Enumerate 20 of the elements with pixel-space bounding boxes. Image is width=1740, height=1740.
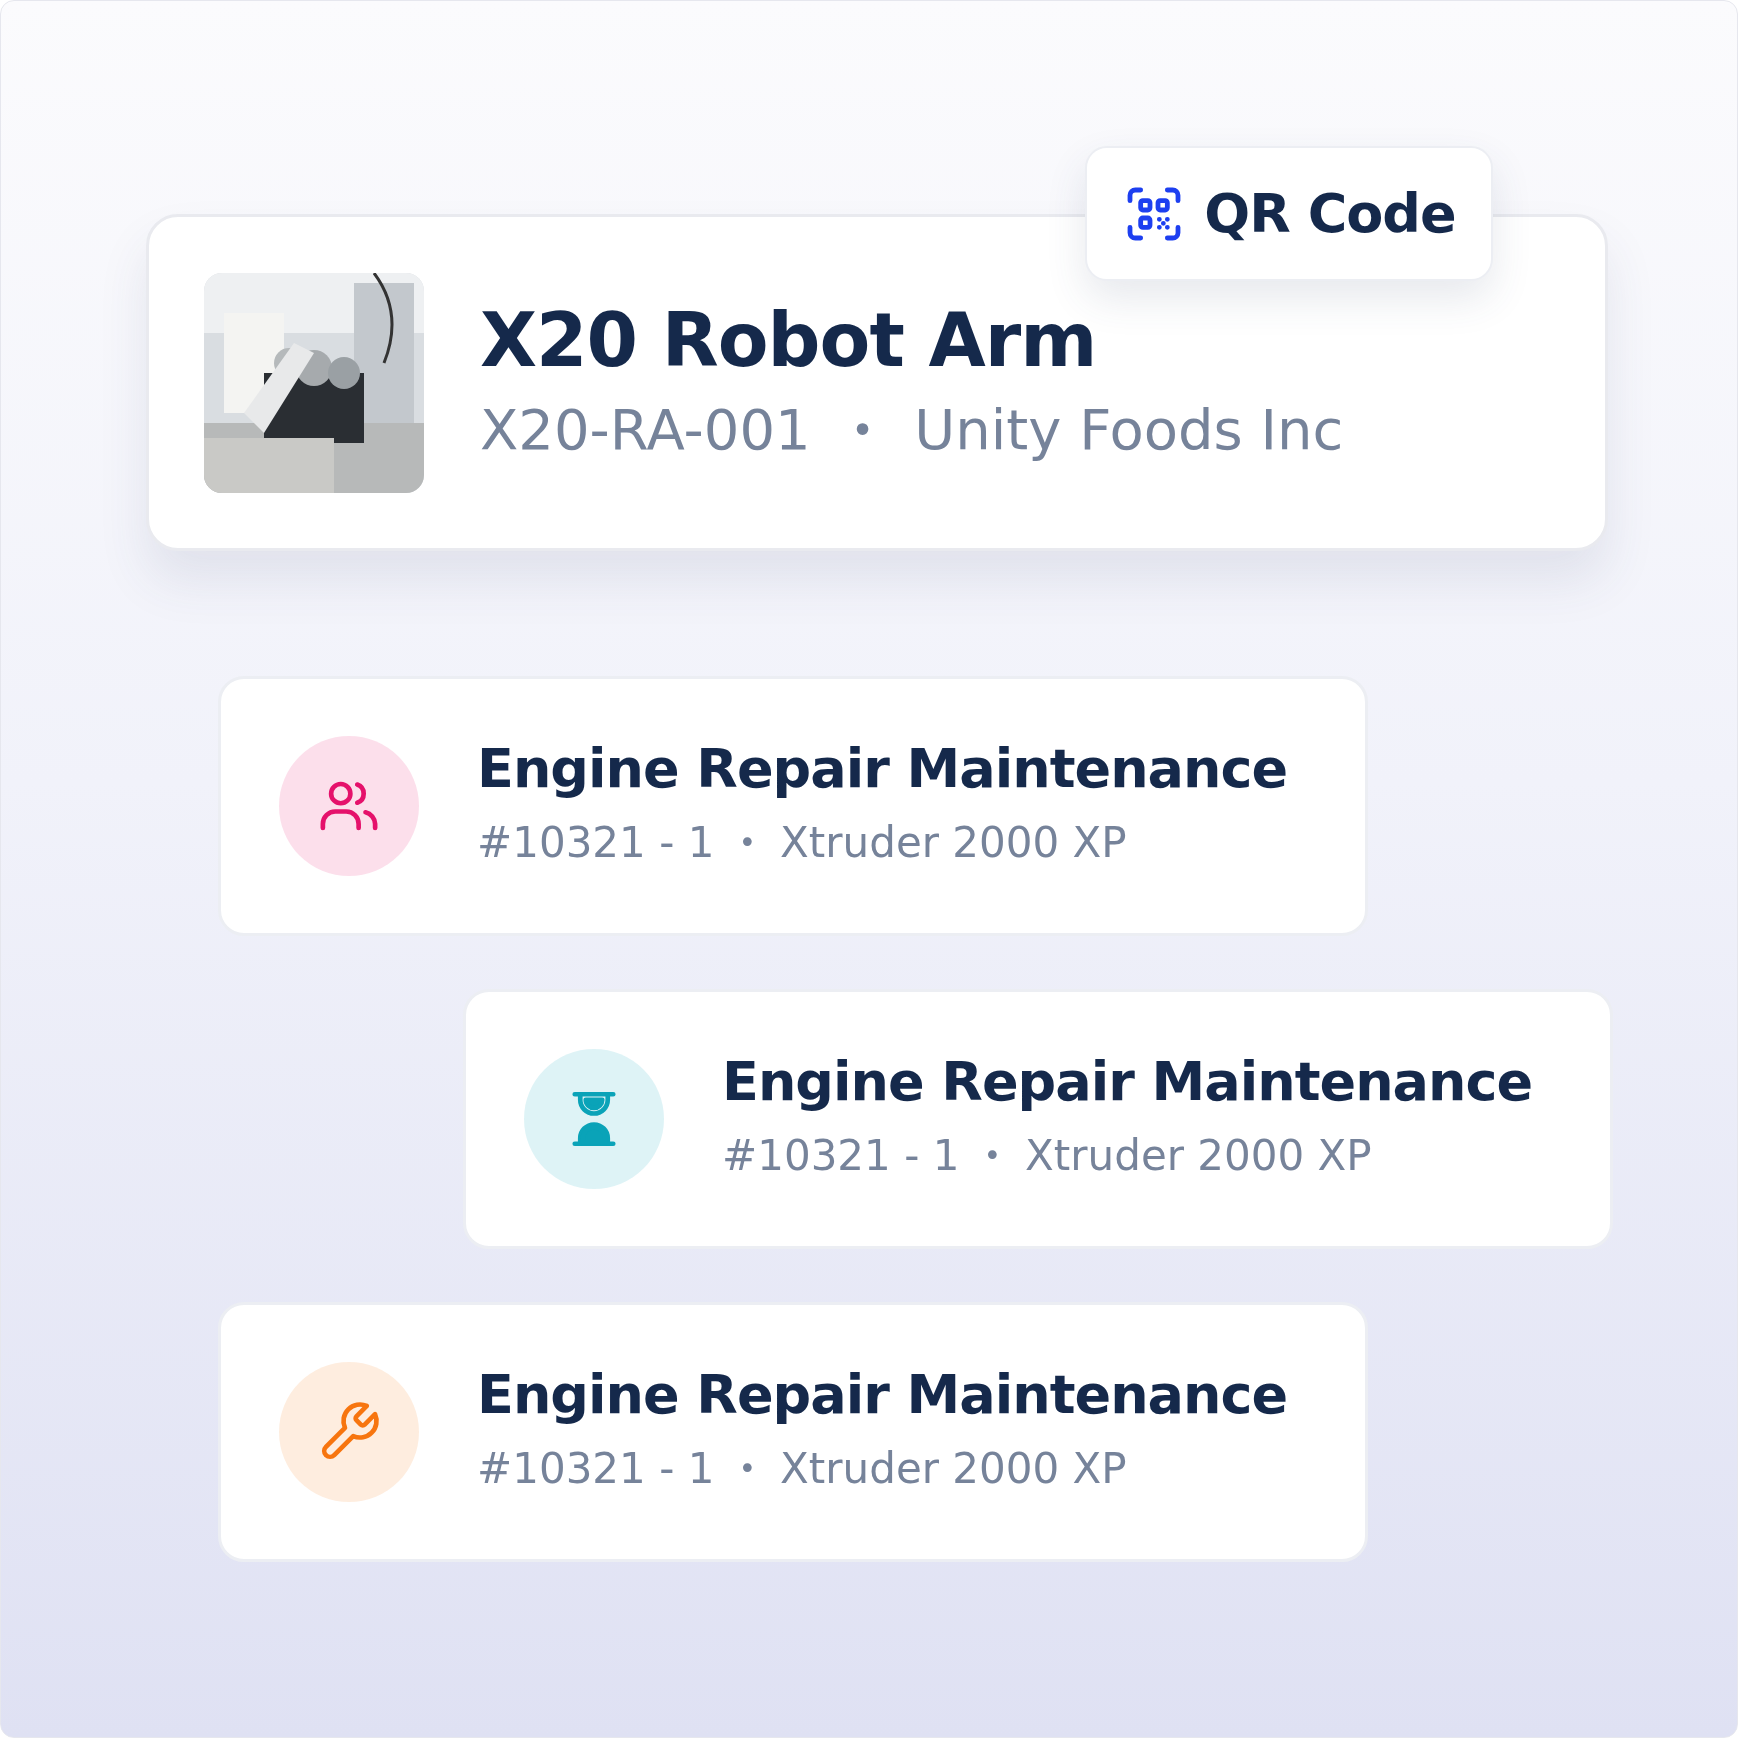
machine-name: Xtruder 2000 XP [780, 818, 1127, 867]
work-order-title: Engine Repair Maintenance [477, 737, 1288, 800]
asset-name: X20 Robot Arm [480, 297, 1098, 383]
work-order-title: Engine Repair Maintenance [477, 1363, 1288, 1426]
machine-name: Xtruder 2000 XP [1025, 1131, 1372, 1180]
work-order-number: #10321 - 1 [477, 818, 715, 867]
work-order-title: Engine Repair Maintenance [722, 1050, 1533, 1113]
work-order-card[interactable]: Engine Repair Maintenance #10321 - 1 • Xtruder 2000 XP [218, 676, 1368, 936]
asset-code: X20-RA-001 [480, 397, 811, 462]
work-order-card[interactable]: Engine Repair Maintenance #10321 - 1 • Xtruder 2000 XP [463, 989, 1613, 1249]
separator-dot: • [850, 406, 875, 453]
work-order-card[interactable]: Engine Repair Maintenance #10321 - 1 • Xtruder 2000 XP [218, 1302, 1368, 1562]
work-order-number: #10321 - 1 [722, 1131, 960, 1180]
separator-dot: • [738, 825, 757, 860]
separator-dot: • [983, 1138, 1002, 1173]
machine-name: Xtruder 2000 XP [780, 1444, 1127, 1493]
company-name: Unity Foods Inc [914, 397, 1344, 462]
separator-dot: • [738, 1451, 757, 1486]
qr-code-button[interactable]: QR Code [1085, 146, 1493, 281]
work-order-number: #10321 - 1 [477, 1444, 715, 1493]
